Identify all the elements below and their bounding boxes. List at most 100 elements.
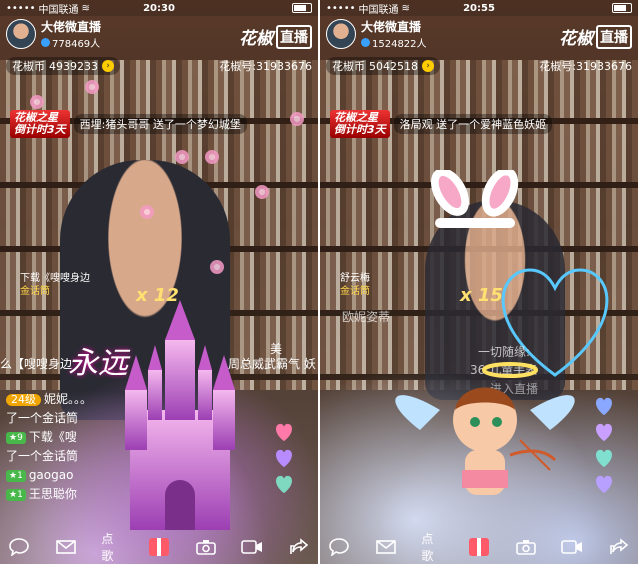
room-id-value: 31933676: [576, 60, 632, 73]
heart-icon: [596, 397, 612, 416]
room-id: 花椒号:31933676: [219, 58, 312, 74]
room-id-value: 31933676: [256, 60, 312, 73]
coin-label: 花椒币: [12, 60, 45, 73]
gift-notice-title: 下载《嗖嗖身边: [20, 273, 90, 284]
host-fans-count: 1524822人: [372, 39, 427, 50]
petal-icon: [210, 260, 224, 274]
petal-icon: [290, 112, 304, 126]
verified-icon: [41, 38, 50, 47]
chat-text: 了一个金话筒: [6, 411, 79, 425]
brand-name: 花椒: [559, 29, 593, 49]
status-bar: ••••• 中国联通 ≋ 20:30: [0, 0, 318, 16]
star-countdown-badge: 花椒之星 倒计时3天: [330, 110, 390, 138]
coin-value: 4939233: [49, 59, 98, 73]
carrier-label: 中国联通: [358, 4, 399, 16]
gift-notice-name: 金话筒: [20, 286, 50, 297]
chat-row: ★1 王思聪你: [6, 485, 92, 504]
share-icon[interactable]: [608, 536, 630, 558]
chat-list: 24级 妮妮。。。 了一个金话筒 ★9 下载《嗖 了一个金话筒 ★1 gaogao ★…: [6, 390, 92, 504]
chevron-right-icon: ›: [422, 60, 434, 72]
coin-balance[interactable]: 花椒币 4939233 ›: [6, 57, 120, 75]
camera-icon[interactable]: [195, 536, 217, 558]
chat-fragment-top: 美: [270, 342, 283, 356]
share-icon[interactable]: [288, 536, 310, 558]
signal-icon: •••••: [6, 2, 36, 14]
signal-icon: •••••: [326, 2, 356, 14]
song-request-button[interactable]: 点歌: [101, 532, 123, 563]
host-info[interactable]: 大佬微直播 778469人: [6, 18, 101, 50]
brand-box: 直播: [276, 24, 312, 49]
wifi-icon: ≋: [401, 2, 410, 14]
petal-icon: [175, 150, 189, 164]
user-level-badge: ★1: [6, 469, 26, 482]
host-avatar[interactable]: [6, 19, 36, 49]
room-id-label: 花椒号:: [219, 60, 256, 73]
battery-icon: [292, 2, 312, 13]
banner-text: 洛局观 送了一个爱神蓝色妖姬: [393, 114, 553, 134]
host-name: 大佬微直播: [41, 20, 102, 34]
battery-icon: [612, 2, 632, 13]
bottom-toolbar: 点歌: [320, 530, 638, 564]
gift-banner: 花椒之星 倒计时3天 西埋:猪头哥哥 送了一个梦幻城堡: [10, 110, 247, 138]
bunny-ears-filter: [431, 170, 519, 228]
banner-text: 西埋:猪头哥哥 送了一个梦幻城堡: [73, 114, 247, 134]
chat-row: ★9 下载《嗖: [6, 428, 92, 447]
song-request-button[interactable]: 点歌: [421, 532, 443, 563]
chat-row: 了一个金话筒: [6, 409, 92, 428]
coin-balance[interactable]: 花椒币 5042518 ›: [326, 57, 440, 75]
user-level-badge: ★1: [6, 488, 26, 501]
room-id-label: 花椒号:: [539, 60, 576, 73]
clock: 20:30: [143, 2, 175, 14]
verified-icon: [361, 38, 370, 47]
cupid-gift-animation: [395, 362, 575, 495]
floating-likes: [264, 422, 304, 494]
chat-fragment-left: 么【嗖嗖身边: [0, 357, 73, 371]
status-bar: ••••• 中国联通 ≋ 20:55: [320, 0, 638, 16]
castle-gift-animation: [125, 300, 235, 530]
mail-icon[interactable]: [55, 536, 77, 558]
clock: 20:55: [463, 2, 495, 14]
badge-line-2: 倒计时3天: [14, 123, 66, 136]
brand-box: 直播: [596, 24, 632, 49]
heart-icon: [596, 423, 612, 442]
gift-title-text: 永远: [68, 346, 128, 381]
host-avatar[interactable]: [326, 19, 356, 49]
app-logo: 花椒 直播: [559, 24, 632, 49]
wifi-icon: ≋: [81, 2, 90, 14]
coin-value: 5042518: [369, 59, 418, 73]
carrier-label: 中国联通: [38, 4, 79, 16]
chat-text: 妮妮。。。: [44, 392, 93, 406]
chat-text: 王思聪你: [28, 487, 77, 501]
floating-likes: [584, 396, 624, 494]
petal-icon: [140, 205, 154, 219]
gift-icon[interactable]: [148, 536, 170, 558]
gift-notice: 舒云梅 金话筒: [340, 272, 370, 298]
petal-icon: [30, 95, 44, 109]
room-id: 花椒号:31933676: [539, 58, 632, 74]
chat-bubble-icon[interactable]: [328, 536, 350, 558]
live-stream-screen-2: ••••• 中国联通 ≋ 20:55 大佬微直播 1524822人 花椒 直播 花椒…: [320, 0, 638, 564]
camera-icon[interactable]: [515, 536, 537, 558]
video-icon[interactable]: [561, 536, 583, 558]
gift-notice-title: 舒云梅: [340, 273, 370, 284]
heart-icon: [276, 475, 292, 494]
heart-icon: [596, 449, 612, 468]
chat-bubble-icon[interactable]: [8, 536, 30, 558]
video-icon[interactable]: [241, 536, 263, 558]
host-name: 大佬微直播: [361, 20, 422, 34]
chat-fragment: 欧妮姿蒂: [342, 310, 391, 324]
host-info[interactable]: 大佬微直播 1524822人: [326, 18, 427, 50]
chat-row: 了一个金话筒: [6, 447, 92, 466]
mail-icon[interactable]: [375, 536, 397, 558]
chevron-right-icon: ›: [102, 60, 114, 72]
petal-icon: [85, 80, 99, 94]
live-stream-screen-1: ••••• 中国联通 ≋ 20:30 大佬微直播 778469人 花椒 直播 花椒币…: [0, 0, 318, 564]
heart-icon: [596, 475, 612, 494]
chat-row: ★1 gaogao: [6, 466, 92, 485]
gift-icon[interactable]: [468, 536, 490, 558]
chat-fragment: 一切随缘:: [478, 345, 531, 359]
gift-notice: 下载《嗖嗖身边 金话筒: [20, 272, 90, 298]
chat-text: gaogao: [28, 468, 74, 482]
gift-notice-name: 金话筒: [340, 286, 370, 297]
brand-name: 花椒: [239, 29, 273, 49]
